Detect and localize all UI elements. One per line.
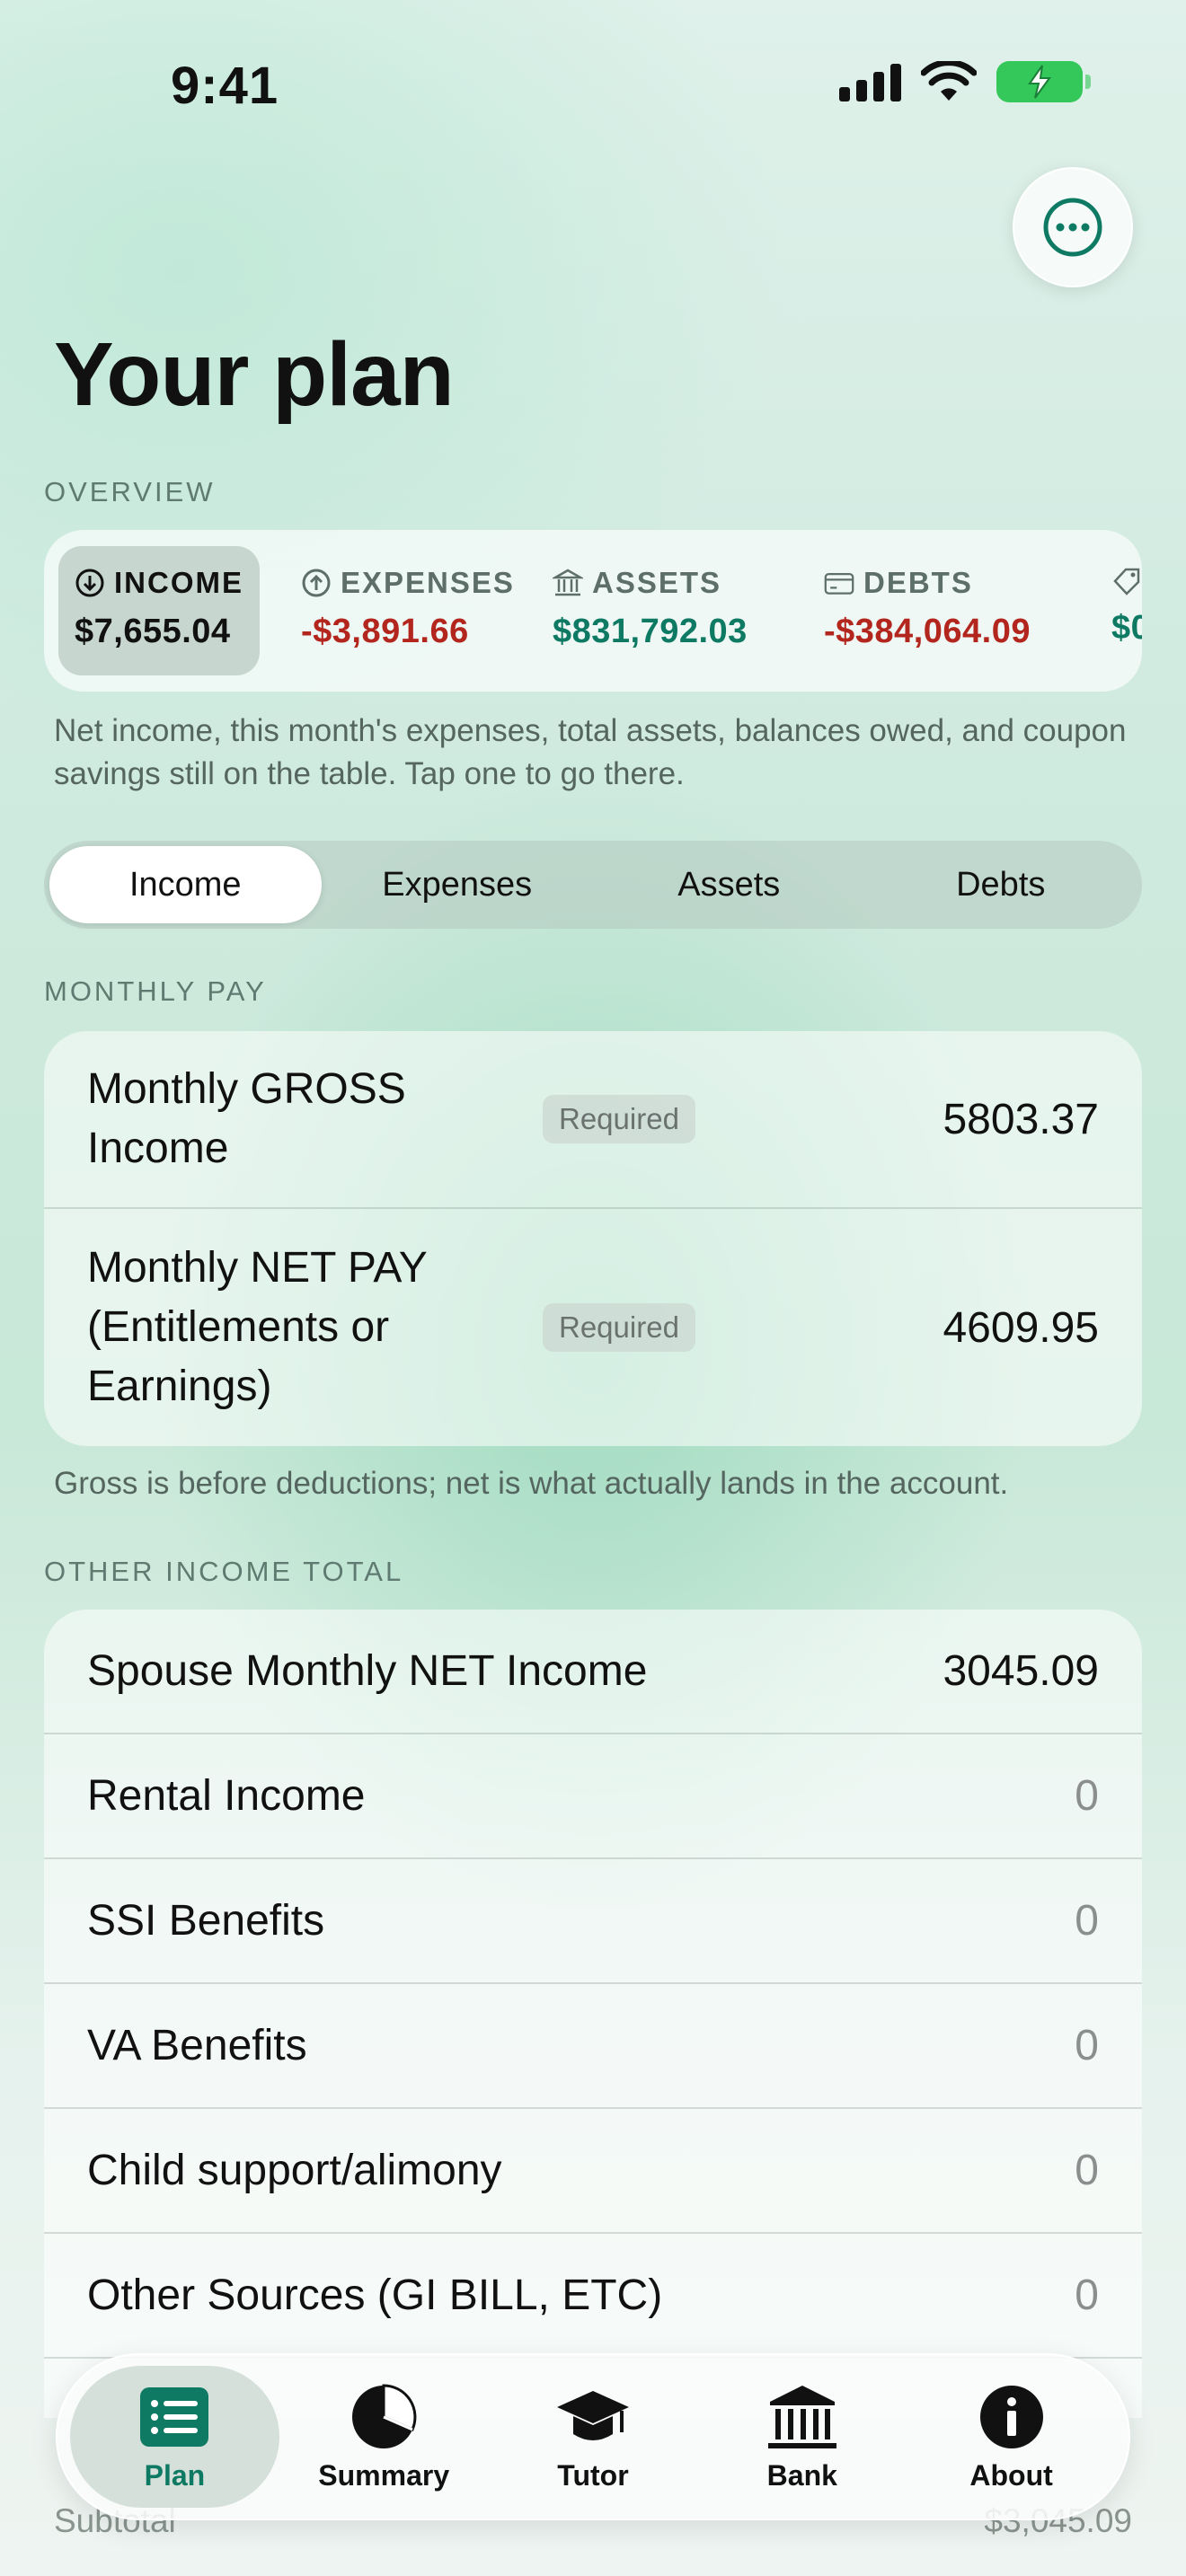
info-icon [979, 2385, 1043, 2448]
section-segmented-control: Income Expenses Assets Debts [44, 841, 1142, 929]
overview-chip-value: $7,655.04 [75, 613, 231, 650]
monthly-net-pay-row[interactable]: Monthly NET PAY (Entitlements or Earning… [44, 1209, 1142, 1446]
overview-chip-expenses[interactable]: EXPENSES -$3,891.66 [285, 546, 531, 675]
required-badge: Required [543, 1303, 695, 1352]
tab-label: Bank [766, 2458, 837, 2492]
va-benefits-field[interactable]: 0 [1075, 2021, 1099, 2070]
other-sources-field[interactable]: 0 [1075, 2271, 1099, 2320]
status-icons [839, 61, 1091, 102]
other-income-card: Spouse Monthly NET Income 3045.09 Rental… [44, 1610, 1142, 2418]
list-icon [140, 2386, 209, 2447]
row-label: Other Sources (GI BILL, ETC) [87, 2271, 663, 2319]
page-title: Your plan [54, 324, 455, 425]
row-label: Spouse Monthly NET Income [87, 1646, 648, 1695]
va-benefits-row[interactable]: VA Benefits 0 [44, 1984, 1142, 2109]
required-badge: Required [543, 1095, 695, 1143]
bank-icon [767, 2385, 836, 2448]
overview-chip-label: INCOME [114, 566, 243, 599]
row-label: VA Benefits [87, 2021, 307, 2069]
row-label: Child support/alimony [87, 2146, 502, 2194]
tab-bank[interactable]: Bank [697, 2366, 907, 2508]
wifi-icon [921, 61, 977, 101]
tab-about[interactable]: About [907, 2366, 1116, 2508]
segment-debts[interactable]: Debts [865, 846, 1137, 923]
monthly-pay-section-label: MONTHLY PAY [44, 975, 267, 1007]
more-options-button[interactable] [1013, 167, 1133, 287]
arrow-down-circle-icon [75, 569, 104, 597]
overview-chip-value: $0 [1111, 609, 1142, 647]
cellular-signal-icon [839, 62, 901, 101]
spouse-net-income-field[interactable]: 3045.09 [943, 1646, 1099, 1696]
credit-card-icon [824, 573, 854, 595]
overview-chip-label: ASSETS [592, 566, 722, 599]
spouse-net-income-row[interactable]: Spouse Monthly NET Income 3045.09 [44, 1610, 1142, 1734]
overview-chip-debts[interactable]: DEBTS -$384,064.09 [808, 546, 1047, 675]
child-support-field[interactable]: 0 [1075, 2146, 1099, 2195]
bank-icon [553, 569, 583, 596]
graduation-cap-icon [556, 2390, 629, 2440]
segment-income[interactable]: Income [49, 846, 322, 923]
overview-section-label: OVERVIEW [44, 476, 216, 507]
monthly-gross-income-field[interactable]: 5803.37 [943, 1095, 1099, 1144]
tag-icon [1113, 568, 1140, 595]
ssi-benefits-row[interactable]: SSI Benefits 0 [44, 1859, 1142, 1984]
ssi-benefits-field[interactable]: 0 [1075, 1896, 1099, 1945]
monthly-gross-income-row[interactable]: Monthly GROSS Income Required 5803.37 [44, 1031, 1142, 1209]
overview-chip-income[interactable]: INCOME $7,655.04 [58, 546, 260, 675]
pie-chart-icon [352, 2383, 417, 2448]
child-support-row[interactable]: Child support/alimony 0 [44, 2109, 1142, 2234]
row-label: Monthly GROSS Income [87, 1065, 406, 1172]
tab-label: Tutor [557, 2458, 629, 2492]
overview-chip-label: DEBTS [863, 566, 973, 599]
tab-label: About [969, 2458, 1053, 2492]
tab-label: Summary [318, 2458, 450, 2492]
overview-chip-value: -$3,891.66 [301, 613, 469, 650]
overview-chips: INCOME $7,655.04 EXPENSES -$3,891.66 ASS… [44, 530, 1142, 692]
tab-tutor[interactable]: Tutor [489, 2366, 698, 2508]
overview-chip-coupons[interactable]: $0 [1095, 546, 1142, 675]
monthly-net-pay-field[interactable]: 4609.95 [943, 1303, 1099, 1353]
tab-label: Plan [144, 2458, 206, 2492]
row-label: SSI Benefits [87, 1896, 325, 1945]
status-time: 9:41 [171, 57, 279, 115]
segment-expenses[interactable]: Expenses [322, 846, 594, 923]
overview-chip-assets[interactable]: ASSETS $831,792.03 [536, 546, 764, 675]
segment-assets[interactable]: Assets [593, 846, 865, 923]
row-label: Monthly NET PAY (Entitlements or Earning… [87, 1244, 427, 1410]
tab-bar: Plan Summary Tutor Bank About [56, 2353, 1130, 2520]
rental-income-field[interactable]: 0 [1075, 1771, 1099, 1821]
other-income-section-label: OTHER INCOME TOTAL [44, 1556, 404, 1587]
monthly-pay-footnote: Gross is before deductions; net is what … [54, 1466, 1009, 1501]
overview-chip-value: -$384,064.09 [824, 613, 1031, 650]
overview-chip-value: $831,792.03 [553, 613, 748, 650]
rental-income-row[interactable]: Rental Income 0 [44, 1734, 1142, 1859]
tab-plan[interactable]: Plan [70, 2366, 279, 2508]
row-label: Rental Income [87, 1771, 366, 1820]
arrow-up-circle-icon [302, 569, 331, 597]
ellipsis-circle-icon [1043, 198, 1102, 257]
other-sources-row[interactable]: Other Sources (GI BILL, ETC) 0 [44, 2234, 1142, 2359]
overview-note: Net income, this month's expenses, total… [54, 713, 1127, 791]
tab-summary[interactable]: Summary [279, 2366, 489, 2508]
overview-chip-label: EXPENSES [341, 566, 515, 599]
monthly-pay-card: Monthly GROSS Income Required 5803.37 Mo… [44, 1031, 1142, 1446]
battery-charging-icon [996, 61, 1091, 102]
